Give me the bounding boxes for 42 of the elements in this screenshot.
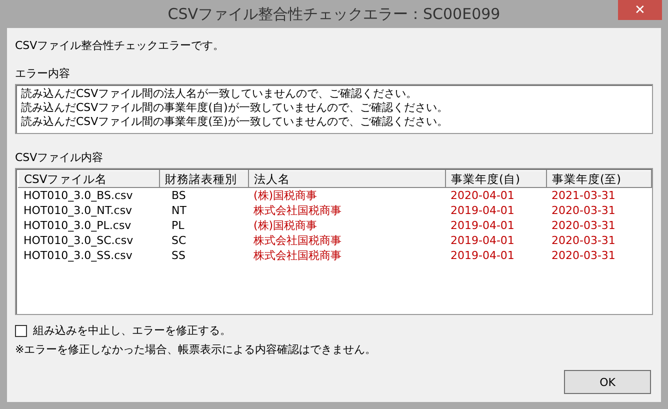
error-line: 読み込んだCSVファイル間の事業年度(自)が一致していませんので、ご確認ください。 bbox=[21, 101, 449, 115]
column-header[interactable]: 事業年度(至) bbox=[546, 170, 652, 188]
table-cell-text: 株式会社国税商事 bbox=[252, 203, 342, 218]
table-cell-text: SC bbox=[170, 233, 188, 248]
table-cell-text: HOT010_3.0_SC.csv bbox=[22, 233, 134, 248]
table-cell-text: 2019-04-01 bbox=[450, 248, 516, 263]
table-cell: (株)国税商事 bbox=[248, 188, 446, 203]
error-line: 読み込んだCSVファイル間の事業年度(至)が一致していませんので、ご確認ください。 bbox=[21, 115, 449, 129]
table-cell: 2021-03-31 bbox=[546, 188, 652, 203]
table-cell-text: 株式会社国税商事 bbox=[252, 233, 342, 248]
window-title: CSVファイル整合性チェックエラー：SC00E099 bbox=[168, 4, 500, 24]
table-cell: 2020-04-01 bbox=[446, 188, 546, 203]
checkbox-label[interactable]: 組み込みを中止し、エラーを修正する。 bbox=[33, 323, 231, 338]
column-header[interactable]: 財務諸表種別 bbox=[160, 170, 248, 188]
table-cell-text: 株式会社国税商事 bbox=[252, 248, 342, 263]
table-cell-text: (株)国税商事 bbox=[252, 218, 318, 233]
section-label: CSVファイル内容 bbox=[15, 150, 104, 165]
column-header[interactable]: 事業年度(自) bbox=[446, 170, 546, 188]
column-header[interactable]: CSVファイル名 bbox=[18, 170, 160, 188]
table-cell-text: 2019-04-01 bbox=[450, 218, 516, 233]
table-cell-text: NT bbox=[170, 203, 188, 218]
section-label: エラー内容 bbox=[15, 66, 71, 81]
table-cell-text: 2020-03-31 bbox=[550, 233, 616, 248]
ok-button[interactable]: OK bbox=[564, 370, 651, 394]
table-cell-text: 2020-03-31 bbox=[550, 248, 616, 263]
table-cell-text: 2019-04-01 bbox=[450, 233, 516, 248]
table-cell-text: 2020-03-31 bbox=[550, 218, 616, 233]
table-cell-text: 2020-03-31 bbox=[550, 203, 616, 218]
column-header[interactable]: 法人名 bbox=[248, 170, 446, 188]
close-button[interactable]: ✕ bbox=[618, 0, 662, 20]
table-cell-text: 2019-04-01 bbox=[450, 203, 516, 218]
note-text: ※エラーを修正しなかった場合、帳票表示による内容確認はできません。 bbox=[15, 342, 378, 357]
table-cell-text: HOT010_3.0_NT.csv bbox=[22, 203, 134, 218]
table-cell-text: PL bbox=[170, 218, 186, 233]
table-cell-text: HOT010_3.0_PL.csv bbox=[22, 218, 132, 233]
error-line: 読み込んだCSVファイル間の法人名が一致していませんので、ご確認ください。 bbox=[21, 87, 418, 101]
table-cell-text: HOT010_3.0_SS.csv bbox=[22, 248, 134, 263]
table-cell: HOT010_3.0_BS.csv bbox=[18, 188, 160, 203]
checkbox[interactable] bbox=[15, 324, 27, 336]
table-cell-text: SS bbox=[170, 248, 186, 263]
table-cell: BS bbox=[160, 188, 248, 203]
message-text: CSVファイル整合性チェックエラーです。 bbox=[15, 38, 226, 53]
